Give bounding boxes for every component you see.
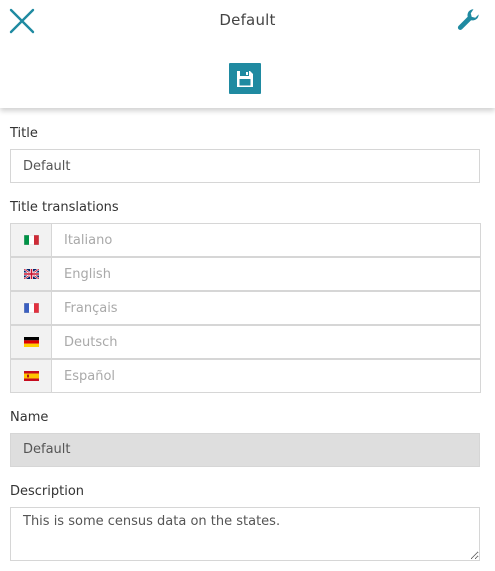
translation-input-german[interactable] (51, 325, 481, 359)
translation-input-french[interactable] (51, 291, 481, 325)
flag-es-icon (23, 371, 39, 381)
name-readonly-field: Default (10, 433, 480, 467)
tools-button[interactable] (455, 6, 483, 34)
page-title: Default (219, 11, 276, 29)
translation-row-french (10, 291, 481, 325)
translation-input-english[interactable] (51, 257, 481, 291)
flag-addon (10, 291, 52, 325)
flag-addon (10, 257, 52, 291)
wrench-icon (457, 9, 479, 31)
header-bar: Default (0, 0, 495, 108)
flag-addon (10, 359, 52, 393)
flag-gb-icon (23, 269, 39, 279)
description-label: Description (10, 484, 85, 499)
floppy-disk-icon (237, 70, 253, 87)
flag-de-icon (23, 337, 39, 347)
flag-addon (10, 325, 52, 359)
description-textarea[interactable]: This is some census data on the states. (10, 507, 480, 561)
title-translations-label: Title translations (10, 200, 119, 215)
translation-row-german (10, 325, 481, 359)
name-label: Name (10, 410, 49, 425)
flag-fr-icon (23, 303, 39, 313)
title-label: Title (10, 126, 38, 141)
flag-addon (10, 223, 52, 257)
flag-it-icon (23, 235, 39, 245)
translation-row-italian (10, 223, 481, 257)
title-input[interactable] (10, 149, 480, 183)
translation-row-spanish (10, 359, 481, 393)
save-button[interactable] (229, 63, 261, 94)
translation-row-english (10, 257, 481, 291)
translations-list (10, 223, 481, 393)
translation-input-italian[interactable] (51, 223, 481, 257)
translation-input-spanish[interactable] (51, 359, 481, 393)
